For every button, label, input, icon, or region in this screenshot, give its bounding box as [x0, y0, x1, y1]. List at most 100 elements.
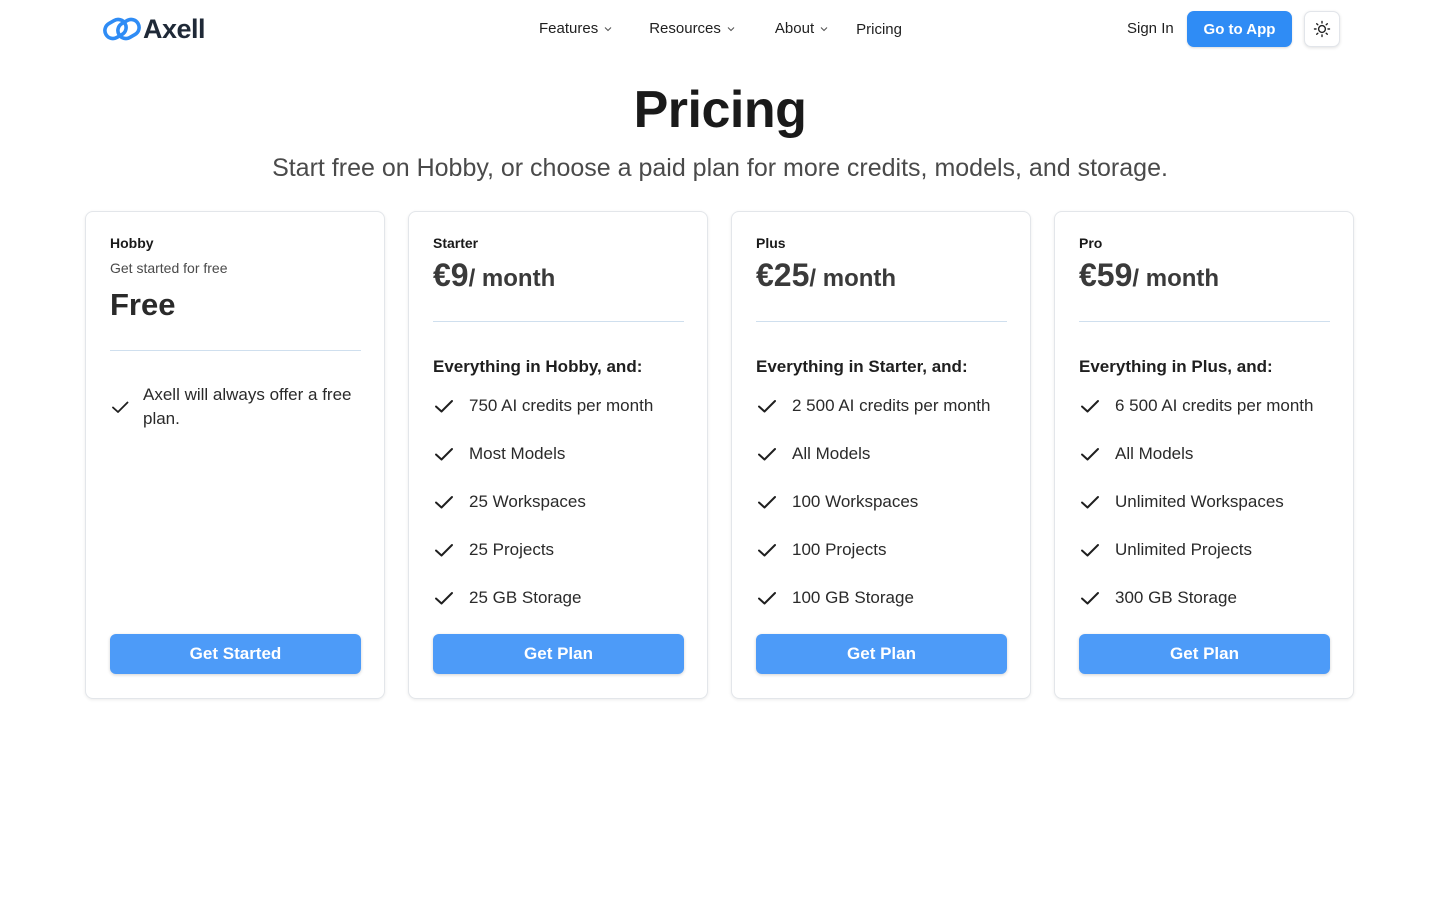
plan-price: €25/ month [756, 256, 896, 301]
feature-text: Most Models [469, 444, 566, 463]
check-icon [1081, 592, 1099, 605]
plan-card-hobby: Hobby Get started for free Free Axell wi… [85, 211, 385, 699]
feature-item: Unlimited Workspaces [1079, 490, 1339, 514]
price-amount: €59 [1079, 257, 1133, 293]
feature-item: All Models [1079, 442, 1339, 466]
feature-item: 25 Workspaces [433, 490, 693, 514]
divider [110, 350, 361, 351]
feature-item: 25 Projects [433, 538, 693, 562]
check-icon [1081, 448, 1099, 461]
check-icon [758, 544, 776, 557]
theme-toggle-button[interactable] [1304, 11, 1340, 47]
feature-item: All Models [756, 442, 1016, 466]
feature-item: 750 AI credits per month [433, 394, 693, 418]
nav-resources[interactable]: Resources [649, 17, 735, 41]
plan-name: Hobby [110, 235, 154, 251]
feature-text: 100 Projects [792, 540, 887, 559]
feature-item: 6 500 AI credits per month [1079, 394, 1339, 418]
feature-item: 100 Workspaces [756, 490, 1016, 514]
feature-text: 25 Workspaces [469, 492, 586, 511]
sign-in-link[interactable]: Sign In [1127, 17, 1174, 41]
feature-text: Axell will always offer a free plan. [143, 385, 352, 428]
check-icon [112, 401, 129, 413]
logo-text: Axell [143, 14, 206, 44]
divider [1079, 321, 1330, 322]
check-icon [758, 496, 776, 509]
feature-text: 100 GB Storage [792, 588, 914, 607]
check-icon [435, 592, 453, 605]
nav-about[interactable]: About [775, 17, 828, 41]
main-nav: Features Resources About Pricing [539, 17, 902, 41]
site-header: Axell Features Resources About Pricing S… [0, 0, 1440, 58]
feature-text: 6 500 AI credits per month [1115, 396, 1314, 415]
chevron-down-icon [727, 27, 735, 32]
feature-text: All Models [792, 444, 871, 463]
chevron-down-icon [820, 27, 828, 32]
feature-text: 750 AI credits per month [469, 396, 654, 415]
divider [433, 321, 684, 322]
nav-pricing[interactable]: Pricing [856, 16, 902, 42]
features-heading: Everything in Starter, and: [756, 357, 968, 376]
logo[interactable]: Axell [102, 13, 206, 45]
price-amount: €25 [756, 257, 810, 293]
feature-item: 100 GB Storage [756, 586, 1016, 610]
plan-price: Free [110, 287, 176, 322]
plan-name: Pro [1079, 235, 1103, 251]
price-period: / month [1132, 265, 1220, 292]
plan-name: Plus [756, 235, 786, 251]
nav-resources-label: Resources [649, 20, 721, 37]
price-period: / month [468, 265, 556, 292]
nav-features[interactable]: Features [539, 17, 612, 41]
sun-icon [1313, 20, 1331, 38]
check-icon [1081, 400, 1099, 413]
feature-item: Most Models [433, 442, 693, 466]
feature-text: 25 GB Storage [469, 588, 582, 607]
plan-tagline: Get started for free [110, 260, 228, 276]
nav-about-label: About [774, 20, 815, 37]
feature-item: 100 Projects [756, 538, 1016, 562]
check-icon [1081, 496, 1099, 509]
infinity-link-icon [103, 17, 141, 41]
get-plan-button[interactable]: Get Plan [1079, 634, 1330, 674]
plan-name: Starter [433, 235, 479, 251]
feature-text: 300 GB Storage [1115, 588, 1237, 607]
feature-text: Unlimited Projects [1115, 540, 1252, 559]
feature-text: 25 Projects [469, 540, 555, 559]
chevron-down-icon [604, 27, 612, 32]
check-icon [758, 400, 776, 413]
feature-text: All Models [1115, 444, 1194, 463]
check-icon [435, 496, 453, 509]
plan-price: €9/ month [433, 256, 555, 301]
feature-item: 25 GB Storage [433, 586, 693, 610]
nav-pricing-label: Pricing [856, 21, 902, 38]
get-started-button[interactable]: Get Started [110, 634, 361, 674]
get-plan-button[interactable]: Get Plan [756, 634, 1007, 674]
feature-text: 2 500 AI credits per month [792, 396, 991, 415]
plan-card-plus: Plus €25/ month Everything in Starter, a… [731, 211, 1031, 699]
feature-item: 300 GB Storage [1079, 586, 1339, 610]
check-icon [1081, 544, 1099, 557]
feature-item: Unlimited Projects [1079, 538, 1339, 562]
go-to-app-button[interactable]: Go to App [1187, 11, 1292, 47]
features-heading: Everything in Hobby, and: [433, 357, 643, 376]
price-amount: €9 [433, 257, 469, 293]
plan-card-starter: Starter €9/ month Everything in Hobby, a… [408, 211, 708, 699]
feature-text: 100 Workspaces [792, 492, 919, 511]
check-icon [758, 592, 776, 605]
page-title: Pricing [633, 81, 807, 139]
check-icon [435, 448, 453, 461]
feature-text: Unlimited Workspaces [1115, 492, 1284, 511]
plan-card-pro: Pro €59/ month Everything in Plus, and: … [1054, 211, 1354, 699]
nav-features-label: Features [539, 20, 599, 37]
plan-price: €59/ month [1079, 256, 1219, 301]
page-subtitle: Start free on Hobby, or choose a paid pl… [272, 154, 1168, 182]
price-period: / month [809, 265, 897, 292]
check-icon [758, 448, 776, 461]
check-icon [435, 544, 453, 557]
divider [756, 321, 1007, 322]
get-plan-button[interactable]: Get Plan [433, 634, 684, 674]
feature-item: 2 500 AI credits per month [756, 394, 1016, 418]
feature-item: Axell will always offer a free plan. [110, 383, 370, 431]
features-heading: Everything in Plus, and: [1079, 357, 1273, 376]
check-icon [435, 400, 453, 413]
